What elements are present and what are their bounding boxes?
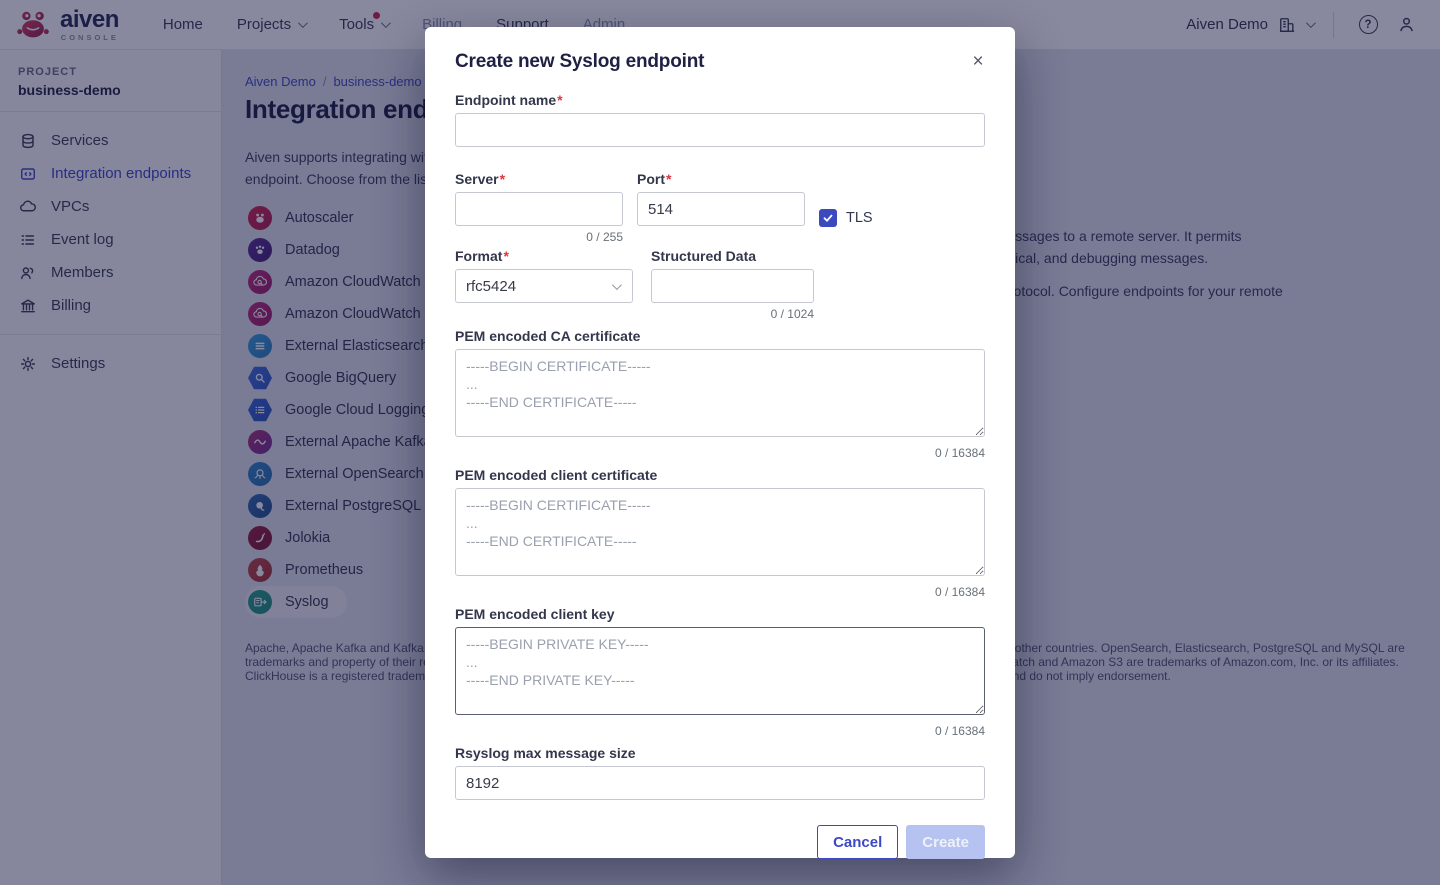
endpoint-name-input[interactable] [455,113,985,147]
create-button[interactable]: Create [906,825,985,859]
format-select[interactable]: rfc5424 [455,269,633,303]
server-char-counter: 0 / 255 [455,230,623,244]
client-certificate-char-counter: 0 / 16384 [455,585,985,599]
tls-label: TLS [846,210,873,226]
client-key-char-counter: 0 / 16384 [455,724,985,738]
client-key-textarea[interactable] [455,627,985,715]
format-label: Format* [455,248,633,264]
client-key-label: PEM encoded client key [455,606,985,622]
client-certificate-label: PEM encoded client certificate [455,467,985,483]
ca-certificate-label: PEM encoded CA certificate [455,328,985,344]
port-label: Port* [637,171,805,187]
chevron-down-icon [612,280,622,290]
port-input[interactable] [637,192,805,226]
ca-certificate-char-counter: 0 / 16384 [455,446,985,460]
max-message-size-label: Rsyslog max message size [455,745,985,761]
structured-data-char-counter: 0 / 1024 [651,307,814,321]
create-syslog-endpoint-modal: Create new Syslog endpoint × Endpoint na… [425,27,1015,858]
max-message-size-input[interactable] [455,766,985,800]
format-selected-value: rfc5424 [466,278,516,295]
structured-data-input[interactable] [651,269,814,303]
client-certificate-textarea[interactable] [455,488,985,576]
cancel-button[interactable]: Cancel [817,825,898,859]
structured-data-label: Structured Data [651,248,814,264]
checkmark-icon [822,212,834,224]
ca-certificate-textarea[interactable] [455,349,985,437]
server-input[interactable] [455,192,623,226]
endpoint-name-label: Endpoint name* [455,92,985,108]
tls-checkbox[interactable] [819,209,837,227]
close-icon[interactable]: × [965,49,991,75]
modal-title: Create new Syslog endpoint [455,51,985,73]
server-label: Server* [455,171,623,187]
